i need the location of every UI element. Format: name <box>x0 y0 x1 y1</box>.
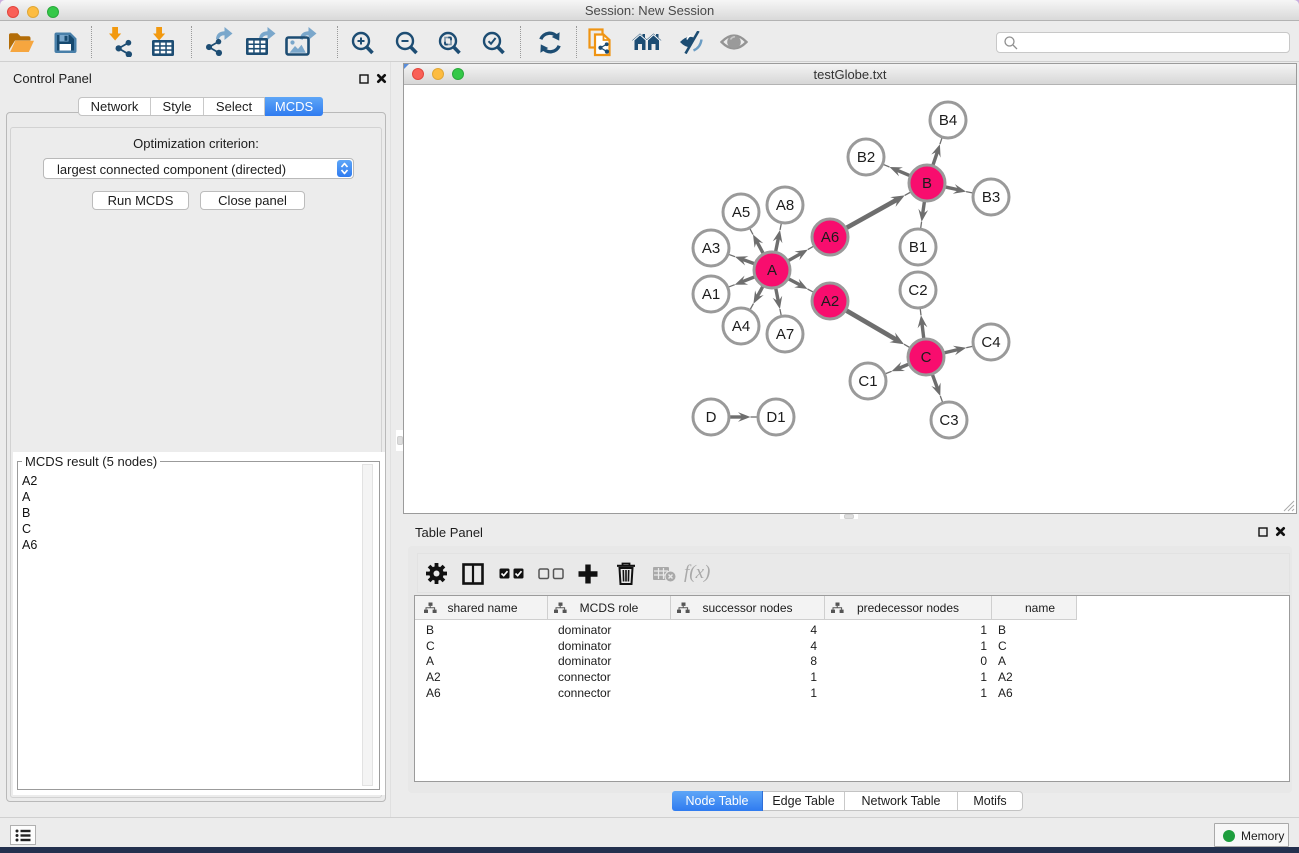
svg-text:A6: A6 <box>821 229 839 246</box>
svg-text:C: C <box>921 349 932 366</box>
svg-text:B2: B2 <box>857 149 875 166</box>
svg-text:A2: A2 <box>821 293 839 310</box>
svg-text:C1: C1 <box>858 373 877 390</box>
svg-text:D1: D1 <box>766 409 785 426</box>
svg-text:B4: B4 <box>939 112 957 129</box>
svg-text:C2: C2 <box>908 282 927 299</box>
svg-text:A3: A3 <box>702 240 720 257</box>
svg-text:A5: A5 <box>732 204 750 221</box>
svg-text:B3: B3 <box>982 189 1000 206</box>
svg-text:B1: B1 <box>909 239 927 256</box>
svg-text:A7: A7 <box>776 326 794 343</box>
svg-text:D: D <box>706 409 717 426</box>
svg-text:A1: A1 <box>702 286 720 303</box>
svg-text:A4: A4 <box>732 318 750 335</box>
svg-text:C3: C3 <box>939 412 958 429</box>
svg-text:A8: A8 <box>776 197 794 214</box>
svg-text:B: B <box>922 175 932 192</box>
svg-text:C4: C4 <box>981 334 1000 351</box>
svg-text:A: A <box>767 262 777 279</box>
